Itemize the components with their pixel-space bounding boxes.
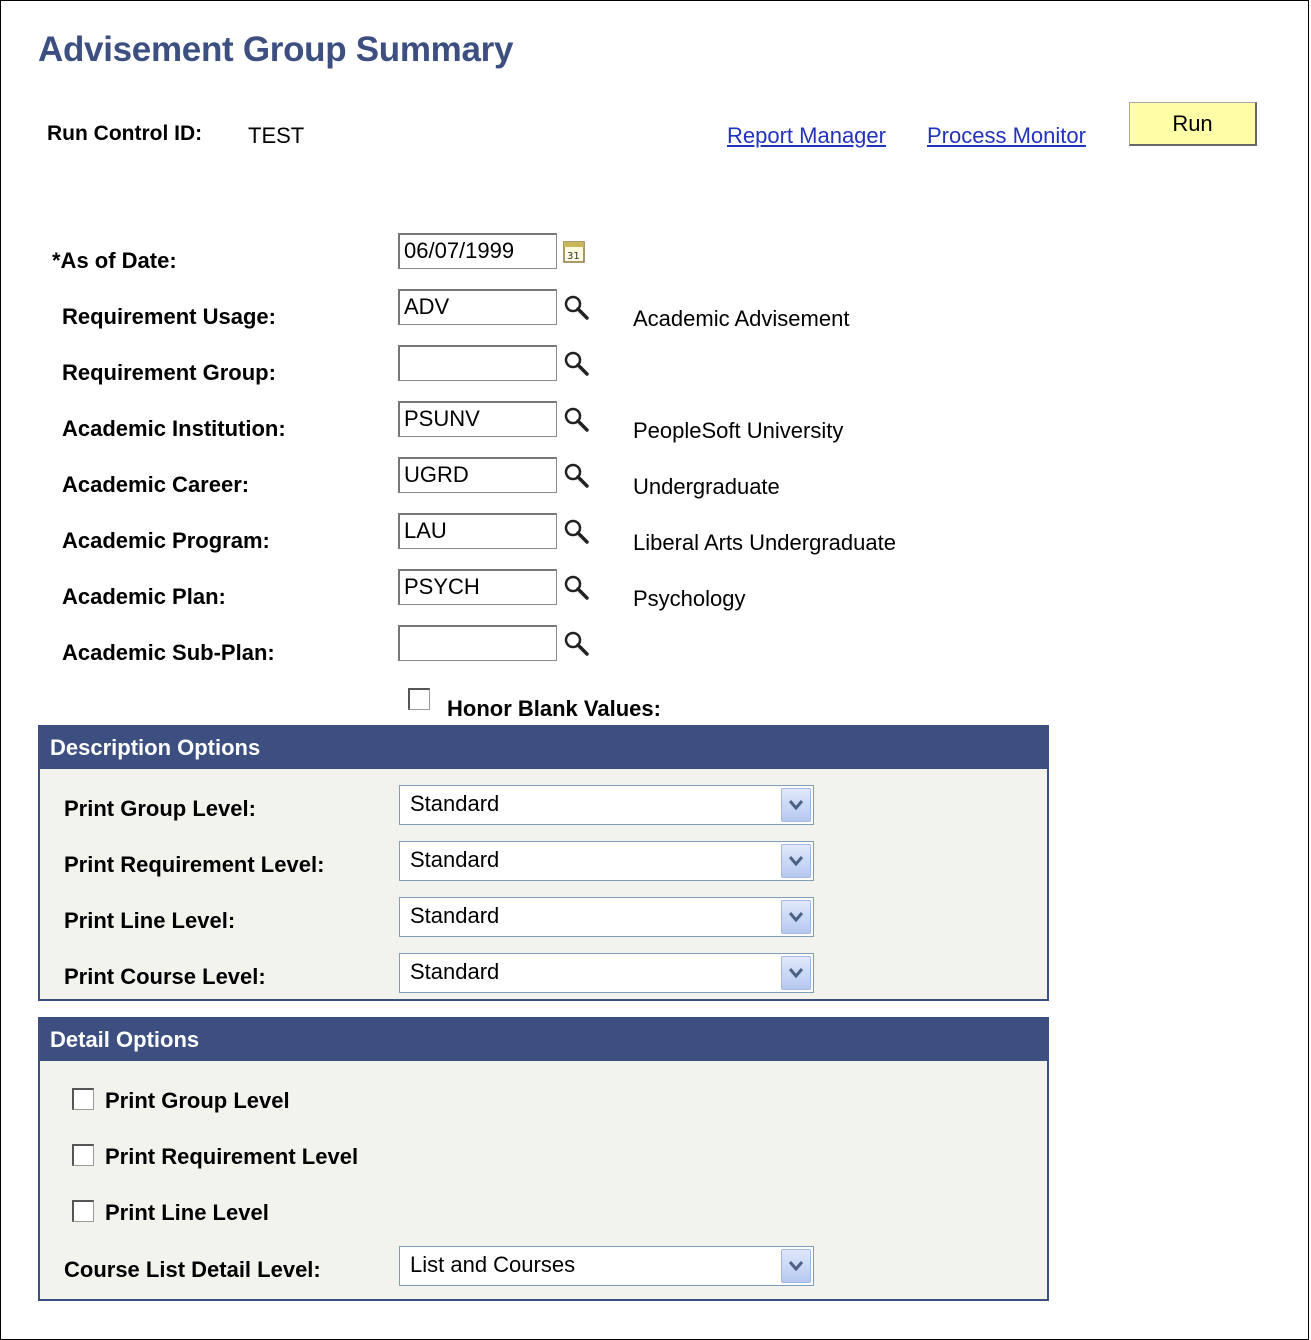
- requirement-usage-label: Requirement Usage:: [62, 304, 276, 329]
- academic-program-label: Academic Program:: [62, 528, 270, 553]
- print-course-level-value: Standard: [410, 959, 500, 984]
- report-manager-link[interactable]: Report Manager: [727, 123, 886, 149]
- academic-career-input[interactable]: UGRD: [398, 457, 557, 493]
- process-monitor-link[interactable]: Process Monitor: [927, 123, 1086, 149]
- academic-plan-input[interactable]: PSYCH: [398, 569, 557, 605]
- honor-blank-values-checkbox[interactable]: [408, 688, 430, 710]
- course-list-detail-level-select[interactable]: List and Courses: [399, 1246, 814, 1286]
- print-group-level-checkbox-label: Print Group Level: [105, 1088, 290, 1113]
- requirement-usage-lookup-icon[interactable]: [562, 293, 592, 323]
- dropdown-arrow-icon[interactable]: [781, 788, 811, 822]
- requirement-group-label: Requirement Group:: [62, 360, 276, 385]
- svg-text:31: 31: [567, 251, 580, 262]
- print-line-level-checkbox[interactable]: [72, 1200, 94, 1222]
- academic-plan-label: Academic Plan:: [62, 584, 226, 609]
- academic-career-description: Undergraduate: [633, 474, 780, 499]
- dropdown-arrow-icon[interactable]: [781, 956, 811, 990]
- print-line-level-select[interactable]: Standard: [399, 897, 814, 937]
- print-requirement-level-checkbox-label: Print Requirement Level: [105, 1144, 359, 1169]
- academic-plan-lookup-icon[interactable]: [562, 573, 592, 603]
- description-options-header: Description Options: [40, 727, 1047, 769]
- academic-sub-plan-label: Academic Sub-Plan:: [62, 640, 275, 665]
- run-button[interactable]: Run: [1129, 102, 1257, 146]
- academic-plan-description: Psychology: [633, 586, 746, 611]
- academic-program-description: Liberal Arts Undergraduate: [633, 530, 896, 555]
- page-title: Advisement Group Summary: [38, 30, 514, 69]
- academic-sub-plan-input[interactable]: [398, 625, 557, 661]
- print-group-level-checkbox[interactable]: [72, 1088, 94, 1110]
- print-group-level-label: Print Group Level:: [64, 796, 256, 821]
- academic-sub-plan-lookup-icon[interactable]: [562, 629, 592, 659]
- requirement-group-input[interactable]: [398, 345, 557, 381]
- print-group-level-select[interactable]: Standard: [399, 785, 814, 825]
- academic-institution-input[interactable]: PSUNV: [398, 401, 557, 437]
- print-requirement-level-label: Print Requirement Level:: [64, 852, 325, 877]
- as-of-date-input[interactable]: 06/07/1999: [398, 233, 557, 269]
- requirement-usage-description: Academic Advisement: [633, 306, 850, 331]
- print-line-level-checkbox-label: Print Line Level: [105, 1200, 269, 1225]
- print-line-level-value: Standard: [410, 903, 500, 928]
- course-list-detail-level-label: Course List Detail Level:: [64, 1257, 321, 1282]
- print-requirement-level-checkbox[interactable]: [72, 1144, 94, 1166]
- dropdown-arrow-icon[interactable]: [781, 844, 811, 878]
- academic-institution-lookup-icon[interactable]: [562, 405, 592, 435]
- dropdown-arrow-icon[interactable]: [781, 1249, 811, 1283]
- requirement-group-lookup-icon[interactable]: [562, 349, 592, 379]
- academic-institution-description: PeopleSoft University: [633, 418, 844, 443]
- calendar-icon[interactable]: 31: [561, 238, 587, 266]
- run-control-value: TEST: [248, 123, 305, 148]
- run-control-label: Run Control ID:: [47, 122, 203, 145]
- course-list-detail-level-value: List and Courses: [410, 1252, 576, 1277]
- academic-program-lookup-icon[interactable]: [562, 517, 592, 547]
- dropdown-arrow-icon[interactable]: [781, 900, 811, 934]
- as-of-date-label: *As of Date:: [52, 248, 177, 273]
- print-group-level-value: Standard: [410, 791, 500, 816]
- print-course-level-label: Print Course Level:: [64, 964, 266, 989]
- academic-career-lookup-icon[interactable]: [562, 461, 592, 491]
- print-course-level-select[interactable]: Standard: [399, 953, 814, 993]
- detail-options-header: Detail Options: [40, 1019, 1047, 1061]
- honor-blank-values-label: Honor Blank Values:: [447, 696, 661, 721]
- academic-program-input[interactable]: LAU: [398, 513, 557, 549]
- requirement-usage-input[interactable]: ADV: [398, 289, 557, 325]
- print-line-level-label: Print Line Level:: [64, 908, 236, 933]
- academic-institution-label: Academic Institution:: [62, 416, 286, 441]
- academic-career-label: Academic Career:: [62, 472, 250, 497]
- print-requirement-level-select[interactable]: Standard: [399, 841, 814, 881]
- print-requirement-level-value: Standard: [410, 847, 500, 872]
